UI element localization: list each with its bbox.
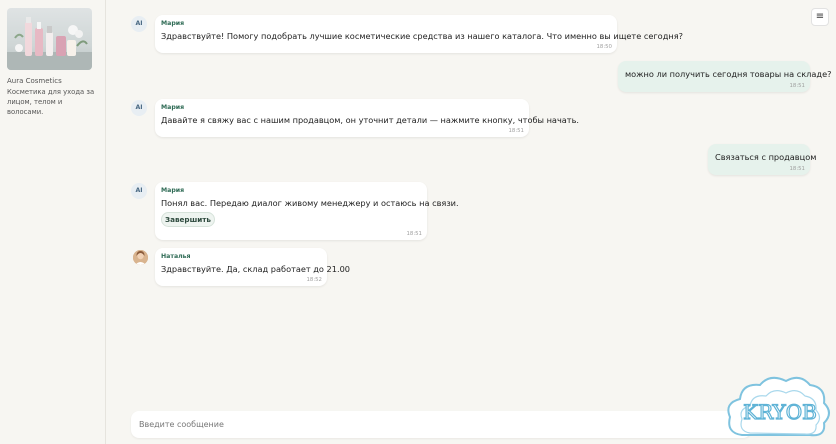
message-time: 18:52 <box>306 277 322 283</box>
bot-message: Мария Здравствуйте! Помогу подобрать луч… <box>155 15 683 53</box>
message-time: 18:51 <box>508 128 524 134</box>
message-time: 18:51 <box>789 166 805 172</box>
ai-avatar: AI <box>131 16 147 32</box>
message-composer <box>131 411 751 438</box>
ai-avatar: AI <box>131 100 147 116</box>
message-text: Здравствуйте! Помогу подобрать лучшие ко… <box>161 31 683 41</box>
sender-name: Мария <box>161 104 185 111</box>
menu-icon[interactable]: ≡ <box>811 8 829 26</box>
message-time: 18:51 <box>789 83 805 89</box>
sender-name: Мария <box>161 187 185 194</box>
sender-name: Наталья <box>161 253 191 260</box>
bot-message: Мария Понял вас. Передаю диалог живому м… <box>155 182 459 240</box>
operator-message: Наталья Здравствуйте. Да, склад работает… <box>155 248 350 286</box>
operator-avatar <box>133 250 148 265</box>
shop-name: Aura Cosmetics <box>7 77 62 85</box>
shop-photo <box>7 8 92 70</box>
sender-name: Мария <box>161 20 185 27</box>
ai-avatar: AI <box>131 183 147 199</box>
message-text: Связаться с продавцом <box>715 152 817 162</box>
message-text: Давайте я свяжу вас с нашим продавцом, о… <box>161 115 579 125</box>
message-time: 18:51 <box>406 231 422 237</box>
message-text: можно ли получить сегодня товары на скла… <box>625 69 832 79</box>
message-time: 18:50 <box>596 44 612 50</box>
message-text: Здравствуйте. Да, склад работает до 21.0… <box>161 264 350 274</box>
shop-description: Косметика для ухода за лицом, телом и во… <box>7 88 95 116</box>
finish-button[interactable]: Завершить <box>161 212 215 227</box>
sidebar: Aura Cosmetics Косметика для ухода за ли… <box>0 0 106 444</box>
user-message: Связаться с продавцом 18:51 <box>708 144 816 175</box>
message-input[interactable] <box>139 411 739 438</box>
user-message: можно ли получить сегодня товары на скла… <box>618 61 831 92</box>
bot-message: Мария Давайте я свяжу вас с нашим продав… <box>155 99 579 137</box>
watermark-text: KRYOB <box>743 400 817 424</box>
watermark-logo: KRYOB <box>724 375 836 444</box>
message-text: Понял вас. Передаю диалог живому менедже… <box>161 198 459 208</box>
